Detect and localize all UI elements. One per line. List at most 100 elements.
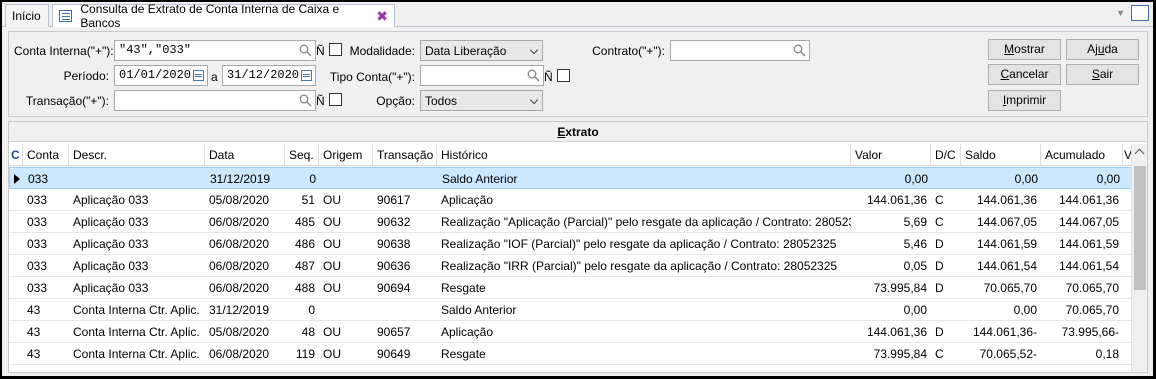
sair-button-mnemonic: S [1091, 67, 1100, 81]
cell-descr: Aplicação 033 [73, 193, 149, 207]
tab-consulta-extrato[interactable]: Consulta de Extrato de Conta Interna de … [52, 2, 395, 30]
grid-title-label: xtrato [565, 125, 599, 139]
cell-descr: Conta Interna Ctr. Aplic. [73, 325, 200, 339]
mostrar-button[interactable]: Mostrar [988, 39, 1061, 60]
cell-data: 06/08/2020 [209, 281, 270, 295]
cell-valor: 73.995,84 [873, 347, 927, 361]
scroll-thumb[interactable] [1134, 166, 1146, 290]
cell-data: 06/08/2020 [209, 237, 270, 251]
cell-saldo: 144.061,59 [976, 237, 1037, 251]
table-row[interactable]: 033 Aplicação 033 06/08/2020 486 OU 9063… [9, 233, 1133, 255]
cell-origem [319, 299, 373, 321]
cell-conta: 43 [27, 303, 41, 317]
sair-button[interactable]: Sair [1066, 64, 1139, 85]
table-row[interactable]: 033 Aplicação 033 06/08/2020 485 OU 9063… [9, 211, 1133, 233]
close-tab-icon[interactable]: ✖ [376, 8, 388, 25]
periodo-fim-input[interactable]: 31/12/2020 [222, 65, 316, 86]
opcao-label: Opção: [376, 94, 415, 108]
search-icon[interactable] [299, 94, 312, 107]
column-header-conta[interactable]: Conta [23, 144, 69, 166]
tipo-conta-negate-checkbox[interactable] [557, 69, 570, 82]
conta-interna-value: "43","033" [119, 43, 192, 57]
opcao-select[interactable]: Todos [420, 90, 543, 111]
cell-dc: D [935, 237, 944, 251]
vertical-scrollbar[interactable] [1131, 144, 1147, 372]
conta-interna-input[interactable]: "43","033" [114, 40, 316, 61]
column-header-origem[interactable]: Origem [319, 144, 373, 166]
grid-title: Extrato [9, 122, 1147, 142]
tab-list-dropdown-icon[interactable]: ▼ [1116, 8, 1125, 18]
cell-transacao: 90617 [377, 193, 411, 207]
periodo-label: Período: [63, 69, 109, 83]
table-row[interactable]: 033 Aplicação 033 06/08/2020 488 OU 9069… [9, 277, 1133, 299]
periodo-inicio-input[interactable]: 01/01/2020 [114, 65, 208, 86]
column-header-seq[interactable]: Seq. [285, 144, 319, 166]
cell-conta: 033 [27, 193, 48, 207]
window: Início Consulta de Extrato de Conta Inte… [2, 2, 1153, 376]
imprimir-button[interactable]: Imprimir [988, 90, 1061, 111]
scroll-up-icon[interactable] [1134, 148, 1145, 159]
column-header-dc[interactable]: D/C [931, 144, 961, 166]
table-row[interactable]: 033 Aplicação 033 06/08/2020 487 OU 9063… [9, 255, 1133, 277]
chevron-down-icon [529, 45, 539, 55]
cell-acumulado: 0,00 [1096, 172, 1120, 186]
cell-valor: 73.995,84 [873, 281, 927, 295]
column-header-data[interactable]: Data [205, 144, 285, 166]
table-row[interactable]: 43 Conta Interna Ctr. Aplic. 05/08/2020 … [9, 321, 1133, 343]
cell-valor: 0,00 [904, 172, 928, 186]
cell-transacao: 90649 [377, 347, 411, 361]
cell-seq: 51 [301, 193, 315, 207]
tab-inicio-label: Início [12, 9, 41, 23]
search-icon[interactable] [793, 44, 806, 57]
grid-rows: 033 31/12/2019 0 Saldo Anterior 0,00 0,0… [9, 167, 1133, 365]
transacao-input[interactable] [114, 90, 316, 111]
modalidade-select[interactable]: Data Liberação [420, 40, 543, 61]
cell-seq: 485 [294, 215, 315, 229]
cell-origem: OU [323, 347, 341, 361]
contrato-input[interactable] [670, 40, 810, 61]
cell-dc: D [935, 259, 944, 273]
cell-valor: 5,46 [903, 237, 927, 251]
tab-inicio[interactable]: Início [5, 4, 49, 27]
cell-historico: Resgate [441, 347, 486, 361]
table-row[interactable]: 43 Conta Interna Ctr. Aplic. 31/12/2019 … [9, 299, 1133, 321]
table-row[interactable]: 033 31/12/2019 0 Saldo Anterior 0,00 0,0… [9, 167, 1133, 189]
cell-valor: 144.061,36 [866, 193, 927, 207]
column-header-historico[interactable]: Histórico [437, 144, 851, 166]
cell-data: 05/08/2020 [209, 325, 270, 339]
column-header-valor[interactable]: Valor [851, 144, 931, 166]
periodo-inicio-value: 01/01/2020 [119, 68, 192, 82]
cell-descr: Conta Interna Ctr. Aplic. [73, 303, 200, 317]
cell-historico: Realização "IRR (Parcial)" pelo resgate … [441, 259, 838, 273]
conta-interna-label: Conta Interna("+"): [14, 44, 114, 58]
cell-conta: 43 [27, 347, 41, 361]
transacao-label: Transação("+"): [25, 94, 109, 108]
ajuda-button-mnemonic: u [1097, 42, 1105, 56]
search-icon[interactable] [299, 44, 312, 57]
column-header-acumulado[interactable]: Acumulado [1041, 144, 1123, 166]
column-header-descr[interactable]: Descr. [69, 144, 205, 166]
maximize-icon[interactable] [1131, 5, 1149, 21]
cell-seq: 48 [301, 325, 315, 339]
column-header-c[interactable]: C [9, 144, 23, 166]
search-icon[interactable] [527, 69, 540, 82]
cell-data: 06/08/2020 [209, 215, 270, 229]
cell-saldo: 144.061,36 [976, 193, 1037, 207]
calendar-icon[interactable] [193, 70, 204, 81]
cancelar-button[interactable]: Cancelar [988, 64, 1061, 85]
calendar-icon[interactable] [301, 70, 312, 81]
cell-seq: 0 [309, 172, 316, 186]
column-header-transacao[interactable]: Transação [373, 144, 437, 166]
cell-acumulado: 70.065,70 [1065, 281, 1119, 295]
cell-descr: Conta Interna Ctr. Aplic. [73, 347, 200, 361]
column-header-saldo[interactable]: Saldo [961, 144, 1041, 166]
cell-descr: Aplicação 033 [73, 281, 149, 295]
cell-valor: 0,00 [903, 303, 927, 317]
opcao-value: Todos [425, 94, 458, 108]
tipo-conta-input[interactable] [420, 65, 544, 86]
table-row[interactable]: 033 Aplicação 033 05/08/2020 51 OU 90617… [9, 189, 1133, 211]
cell-descr: Aplicação 033 [73, 259, 149, 273]
table-row[interactable]: 43 Conta Interna Ctr. Aplic. 06/08/2020 … [9, 343, 1133, 365]
ajuda-button[interactable]: Ajuda [1066, 39, 1139, 60]
cell-dc: C [935, 215, 944, 229]
